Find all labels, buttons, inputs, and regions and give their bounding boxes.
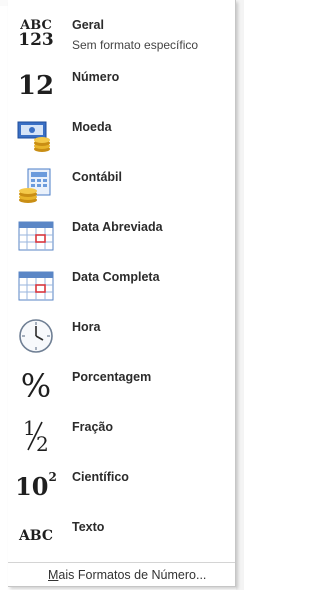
- menu-item-geral[interactable]: ABC 123 Geral Sem formato específico: [8, 8, 235, 58]
- short-date-calendar-icon: [14, 218, 58, 254]
- fraction-icon: 1 2: [23, 416, 49, 456]
- number-format-menu: ABC 123 Geral Sem formato específico 12 …: [8, 0, 236, 587]
- menu-item-texto[interactable]: ABC Texto: [8, 510, 235, 560]
- menu-item-data-completa[interactable]: Data Completa: [8, 260, 235, 310]
- more-number-formats-button[interactable]: Mais Formatos de Número...: [8, 562, 235, 587]
- menu-item-data-abreviada[interactable]: Data Abreviada: [8, 210, 235, 260]
- menu-item-label: Fração: [72, 420, 113, 434]
- menu-item-fracao[interactable]: 1 2 Fração: [8, 410, 235, 460]
- menu-item-cientifico[interactable]: 10 2 Científico: [8, 460, 235, 510]
- menu-item-label: Data Abreviada: [72, 220, 163, 234]
- menu-item-label: Moeda: [72, 120, 112, 134]
- scientific-icon: 10 2: [15, 470, 57, 501]
- menu-item-hora[interactable]: Hora: [8, 310, 235, 360]
- menu-item-label: Texto: [72, 520, 105, 534]
- abc-123-icon: ABC 123: [18, 18, 54, 50]
- menu-item-label: Data Completa: [72, 270, 160, 284]
- accounting-icon: [14, 168, 58, 204]
- number-12-icon: 12: [17, 71, 55, 101]
- percent-icon: %: [20, 367, 52, 405]
- menu-item-label: Número: [72, 70, 120, 84]
- menu-item-label: Científico: [72, 470, 129, 484]
- menu-item-numero[interactable]: 12 Número: [8, 60, 235, 110]
- menu-item-description: Sem formato específico: [72, 38, 199, 52]
- right-edge: [236, 0, 244, 590]
- menu-item-label: Porcentagem: [72, 370, 152, 384]
- menu-item-label: Geral: [72, 18, 104, 32]
- clock-icon: [14, 318, 58, 354]
- menu-item-label: Hora: [72, 320, 101, 334]
- more-number-formats-label: Mais Formatos de Número...: [48, 568, 207, 582]
- menu-item-label: Contábil: [72, 170, 122, 184]
- menu-item-porcentagem[interactable]: % Porcentagem: [8, 360, 235, 410]
- menu-item-moeda[interactable]: Moeda: [8, 110, 235, 160]
- menu-item-contabil[interactable]: Contábil: [8, 160, 235, 210]
- text-abc-icon: ABC: [18, 528, 54, 544]
- currency-icon: [14, 118, 58, 154]
- long-date-calendar-icon: [14, 268, 58, 304]
